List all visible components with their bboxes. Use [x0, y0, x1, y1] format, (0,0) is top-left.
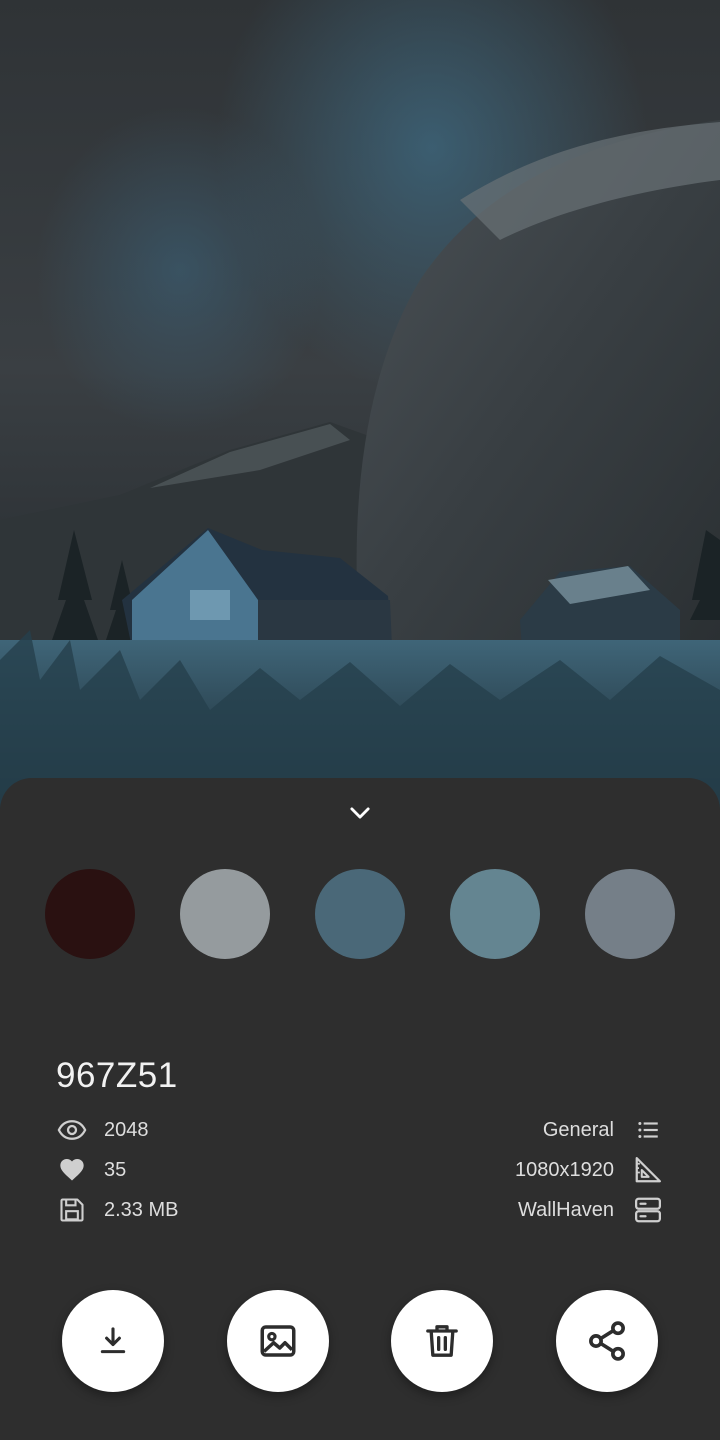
source-row: WallHaven [518, 1194, 664, 1226]
collapse-sheet-button[interactable] [340, 793, 380, 833]
views-row: 2048 [56, 1114, 149, 1146]
floppy-disk-icon [56, 1194, 88, 1226]
color-swatch-4[interactable] [450, 869, 540, 959]
trash-icon [426, 1325, 458, 1357]
share-button[interactable] [556, 1290, 658, 1392]
delete-button[interactable] [391, 1290, 493, 1392]
wallpaper-detail-screen: 967Z51 2048 35 2.33 MB General 1080x1920… [0, 0, 720, 1440]
server-icon [632, 1194, 664, 1226]
favorites-row: 35 [56, 1154, 126, 1186]
heart-icon [56, 1154, 88, 1186]
eye-icon [56, 1114, 88, 1146]
color-swatch-1[interactable] [45, 869, 135, 959]
set-wallpaper-button[interactable] [227, 1290, 329, 1392]
download-button[interactable] [62, 1290, 164, 1392]
source-label: WallHaven [518, 1198, 614, 1221]
file-size-row: 2.33 MB [56, 1194, 178, 1226]
wallpaper-id: 967Z51 [56, 1056, 178, 1095]
list-icon [632, 1114, 664, 1146]
download-icon [100, 1327, 126, 1354]
share-icon [589, 1321, 625, 1361]
resolution-label: 1080x1920 [515, 1158, 614, 1181]
favorites-count: 35 [104, 1158, 127, 1181]
wallpaper-preview[interactable] [0, 0, 720, 820]
set-square-icon [632, 1154, 664, 1186]
resolution-row: 1080x1920 [515, 1154, 664, 1186]
file-size: 2.33 MB [104, 1198, 179, 1221]
chevron-down-icon [350, 807, 370, 819]
category-label: General [542, 1118, 614, 1141]
color-swatch-3[interactable] [315, 869, 405, 959]
category-row: General [543, 1114, 664, 1146]
image-icon [260, 1325, 296, 1357]
color-swatch-5[interactable] [585, 869, 675, 959]
color-swatch-2[interactable] [180, 869, 270, 959]
views-count: 2048 [104, 1118, 149, 1141]
